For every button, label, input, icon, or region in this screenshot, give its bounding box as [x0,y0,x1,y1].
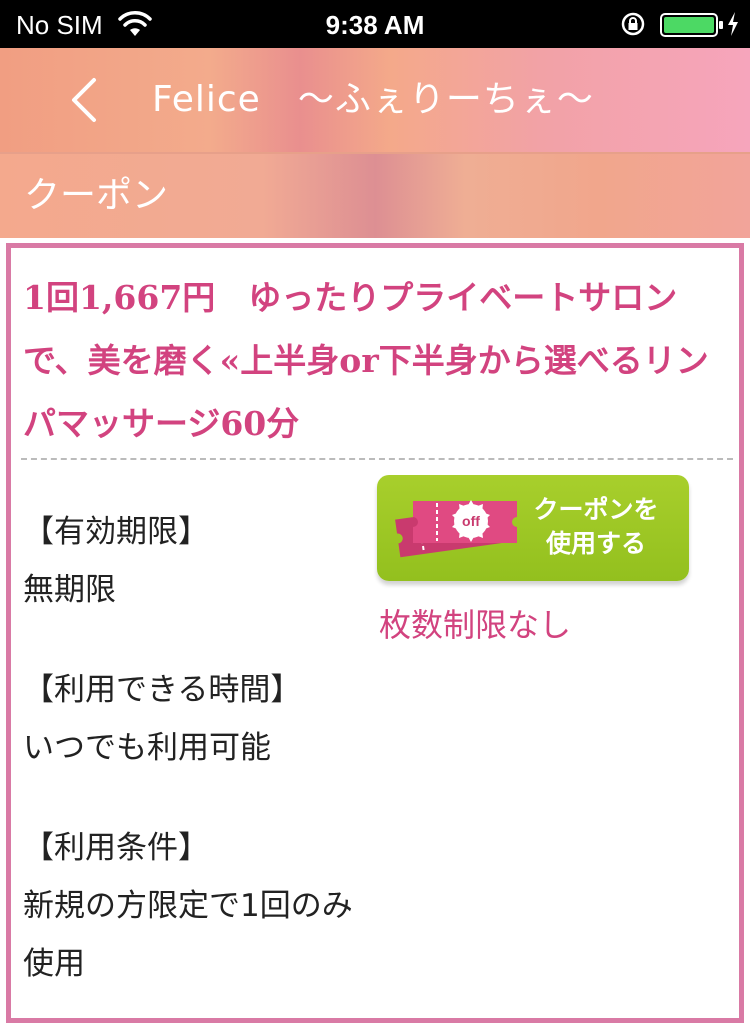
detail-value: いつでも利用可能 [23,730,271,766]
charging-icon [728,12,738,36]
page-title: Felice 〜ふぇりーちぇ〜 [152,79,594,120]
coupon-details: 【有効期限】 無期限 【利用できる時間】 いつでも利用可能 【利用条件】 新規の… [23,503,383,1035]
use-coupon-label: クーポンを 使用する [533,495,659,558]
coupon-title: 1回1,667円 ゆったりプライベートサロンで、美を磨く«上半身or下半身から選… [23,278,709,443]
status-bar: No SIM 9:38 AM [0,0,750,48]
validity-group: 【有効期限】 無期限 [23,503,383,619]
rotation-lock-icon [621,12,645,36]
navigation-bar: Felice 〜ふぇりーちぇ〜 [0,48,750,152]
detail-value: 新規の方限定で1回のみ使用 [23,888,353,982]
use-coupon-button[interactable]: off クーポンを 使用する [377,475,689,581]
section-header: クーポン [0,152,750,238]
quantity-limit-text: 枚数制限なし [379,606,572,644]
battery-icon [660,13,723,37]
detail-heading: 【利用できる時間】 [23,672,302,708]
coupon-ticket-icon: off [395,500,517,558]
detail-heading: 【利用条件】 [23,830,209,866]
detail-heading: 【有効期限】 [23,514,209,550]
section-title: クーポン [24,175,169,216]
detail-value: 無期限 [23,572,116,608]
svg-text:off: off [462,513,480,529]
conditions-group: 【利用条件】 新規の方限定で1回のみ使用 [23,819,383,993]
coupon-card: 1回1,667円 ゆったりプライベートサロンで、美を磨く«上半身or下半身から選… [6,243,744,1023]
chevron-left-icon[interactable] [64,76,104,124]
usable-time-group: 【利用できる時間】 いつでも利用可能 [23,661,383,777]
divider [21,458,733,460]
